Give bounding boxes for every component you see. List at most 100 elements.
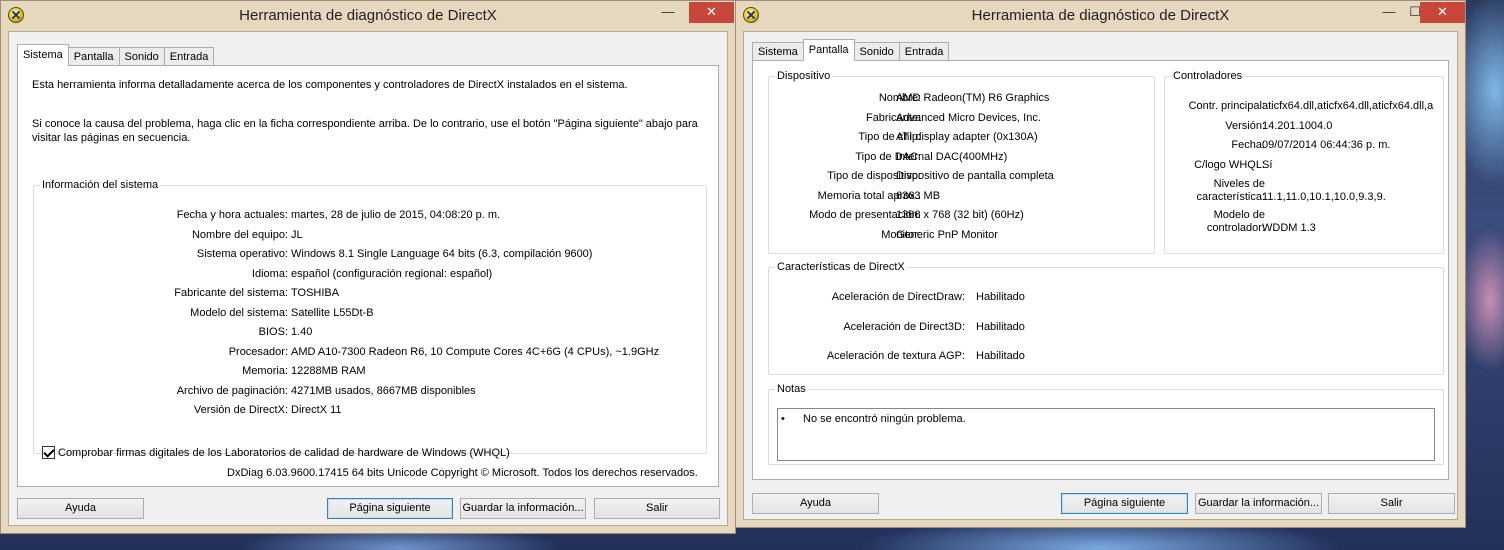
field-value: Habilitado (976, 291, 1025, 303)
tab-sistema[interactable]: Sistema (752, 42, 804, 61)
info-row: Fecha y hora actuales: martes, 28 de juli… (34, 209, 706, 225)
exit-button[interactable]: Salir (594, 498, 720, 519)
field-label: Memoria: (242, 365, 288, 377)
field-value: Internal DAC(400MHz) (896, 150, 1008, 163)
tab-entrada[interactable]: Entrada (163, 47, 215, 66)
tab-strip: Sistema Pantalla Sonido Entrada (752, 39, 950, 61)
info-row: Procesador: AMD A10-7300 Radeon R6, 10 Co… (34, 346, 706, 362)
tab-entrada[interactable]: Entrada (898, 42, 950, 61)
field-value: Advanced Micro Devices, Inc. (896, 111, 1041, 124)
field-value: Habilitado (976, 350, 1025, 362)
notes-text: No se encontró ningún problema. (803, 413, 966, 425)
driver-row: C/logo WHQL: Sí (1165, 159, 1443, 175)
info-row: Tipo de DAC: Internal DAC(400MHz) (769, 151, 1154, 167)
field-value: 11.1,11.0,10.1,10.0,9.3,9. (1262, 191, 1386, 203)
next-page-button[interactable]: Página siguiente (327, 498, 453, 519)
field-value: DirectX 11 (291, 404, 342, 416)
field-value: Dispositivo de pantalla completa (896, 170, 1054, 182)
tab-panel-pantalla: Dispositivo Nombre: AMD Radeon(TM) R6 Gra… (752, 60, 1449, 480)
field-label: Sistema operativo: (196, 248, 288, 260)
field-label: Fabricante del sistema: (174, 287, 288, 299)
notes-textbox[interactable]: • No se encontró ningún problema. (777, 408, 1435, 461)
tab-panel-sistema: Esta herramienta informa detalladamente … (17, 65, 719, 487)
intro-text: Esta herramienta informa detalladamente … (32, 79, 628, 91)
field-value: Generic PnP Monitor (896, 228, 998, 241)
field-value: 12288MB RAM (291, 365, 366, 377)
system-info-legend: Información del sistema (42, 179, 159, 191)
field-label-line2: característica: (1196, 191, 1265, 203)
directx-features-legend: Características de DirectX (777, 261, 905, 273)
drivers-group: Controladores Contr. principal: aticfx64… (1164, 70, 1444, 254)
next-page-button[interactable]: Página siguiente (1061, 493, 1188, 514)
tab-pantalla[interactable]: Pantalla (67, 47, 120, 66)
drivers-legend: Controladores (1173, 70, 1243, 82)
field-value: 4271MB usados, 8667MB disponibles (291, 384, 476, 397)
info-row: Nombre: AMD Radeon(TM) R6 Graphics (769, 92, 1154, 108)
window-client: Sistema Pantalla Sonido Entrada Esta her… (8, 31, 728, 526)
help-button[interactable]: Ayuda (17, 498, 144, 519)
field-value: 6363 MB (896, 189, 941, 202)
field-value: Sí (1262, 159, 1273, 171)
driver-row: Versión: 14.201.1004.0 (1165, 120, 1443, 136)
field-value: 14.201.1004.0 (1262, 120, 1333, 132)
field-value: AMD A10-7300 Radeon R6, 10 Compute Cores… (291, 345, 660, 358)
whql-label: Comprobar firmas digitales de los Labora… (58, 446, 510, 459)
field-value: español (configuración regional: español… (291, 267, 493, 280)
close-button[interactable]: ✕ (1420, 2, 1465, 23)
dxdiag-window-system: Herramienta de diagnóstico de DirectX — … (0, 0, 736, 534)
field-value: ATI display adapter (0x130A) (896, 131, 1038, 143)
exit-button[interactable]: Salir (1328, 493, 1455, 514)
driver-row: Niveles de característica: 11.1,11.0,10.… (1165, 178, 1443, 208)
info-row: Tipo de dispositivo: Dispositivo de panta… (769, 170, 1154, 186)
driver-row: Contr. principal: aticfx64.dll,aticfx64.… (1165, 100, 1443, 116)
dxdiag-window-display: Herramienta de diagnóstico de DirectX — … (735, 0, 1466, 528)
info-row: Memoria: 12288MB RAM (34, 365, 706, 381)
save-info-button[interactable]: Guardar la información... (460, 498, 586, 519)
notes-legend: Notas (777, 383, 806, 395)
save-info-button[interactable]: Guardar la información... (1195, 493, 1322, 514)
tab-strip: Sistema Pantalla Sonido Entrada (17, 44, 215, 66)
minimize-button[interactable]: — (1376, 2, 1402, 23)
dxdiag-version-footer: DxDiag 6.03.9600.17415 64 bits Unicode C… (227, 467, 698, 479)
field-value: JL (291, 228, 303, 241)
info-row: Nombre del equipo: JL (34, 229, 706, 245)
field-value: Satellite L55Dt-B (291, 306, 374, 319)
help-button[interactable]: Ayuda (752, 493, 879, 514)
field-value: TOSHIBA (291, 287, 340, 299)
field-value: martes, 28 de julio de 2015, 04:08:20 p.… (291, 209, 501, 221)
tab-sonido[interactable]: Sonido (853, 42, 900, 61)
notes-group: Notas • No se encontró ningún problema. (768, 383, 1444, 465)
field-value: WDDM 1.3 (1262, 222, 1316, 234)
field-value: AMD Radeon(TM) R6 Graphics (896, 92, 1050, 104)
info-row: Tipo de chip: ATI display adapter (0x130A… (769, 131, 1154, 147)
tab-pantalla[interactable]: Pantalla (802, 39, 855, 61)
driver-row: Modelo de controlador: WDDM 1.3 (1165, 209, 1443, 239)
field-value: Habilitado (976, 321, 1025, 333)
field-label: Versión de DirectX: (193, 404, 288, 416)
field-label: Aceleración de DirectDraw: (831, 291, 965, 303)
info-row: Monitor: Generic PnP Monitor (769, 229, 1154, 245)
title-bar[interactable]: Herramienta de diagnóstico de DirectX — … (736, 1, 1465, 31)
whql-checkbox[interactable] (42, 446, 55, 459)
info-row: Sistema operativo: Windows 8.1 Single Lan… (34, 248, 706, 264)
field-value: aticfx64.dll,aticfx64.dll,aticfx64.dll,a (1262, 100, 1434, 112)
info-row: Versión de DirectX: DirectX 11 (34, 404, 706, 420)
directx-features-group: Características de DirectX Aceleración d… (768, 261, 1444, 375)
info-row: Memoria total aprox.: 6363 MB (769, 190, 1154, 206)
tab-sistema[interactable]: Sistema (17, 44, 69, 66)
title-bar[interactable]: Herramienta de diagnóstico de DirectX — … (1, 1, 735, 31)
field-label: Archivo de paginación: (176, 384, 288, 397)
minimize-button[interactable]: — (655, 2, 681, 23)
field-label: C/logo WHQL: (1194, 159, 1265, 171)
whql-check-row[interactable]: Comprobar firmas digitales de los Labora… (42, 446, 510, 459)
field-label: Versión: (1225, 120, 1265, 132)
field-label: Idioma: (251, 267, 288, 280)
driver-row: Fecha: 09/07/2014 06:44:36 p. m. (1165, 139, 1443, 155)
feature-row: Aceleración de textura AGP: Habilitado (769, 350, 1443, 366)
intro-instructions: Si conoce la causa del problema, haga cl… (32, 118, 698, 144)
close-button[interactable]: ✕ (689, 2, 734, 23)
window-title: Herramienta de diagnóstico de DirectX (239, 7, 497, 24)
tab-sonido[interactable]: Sonido (118, 47, 165, 66)
field-label: Aceleración de textura AGP: (826, 350, 965, 362)
field-value: 1.40 (291, 326, 313, 338)
